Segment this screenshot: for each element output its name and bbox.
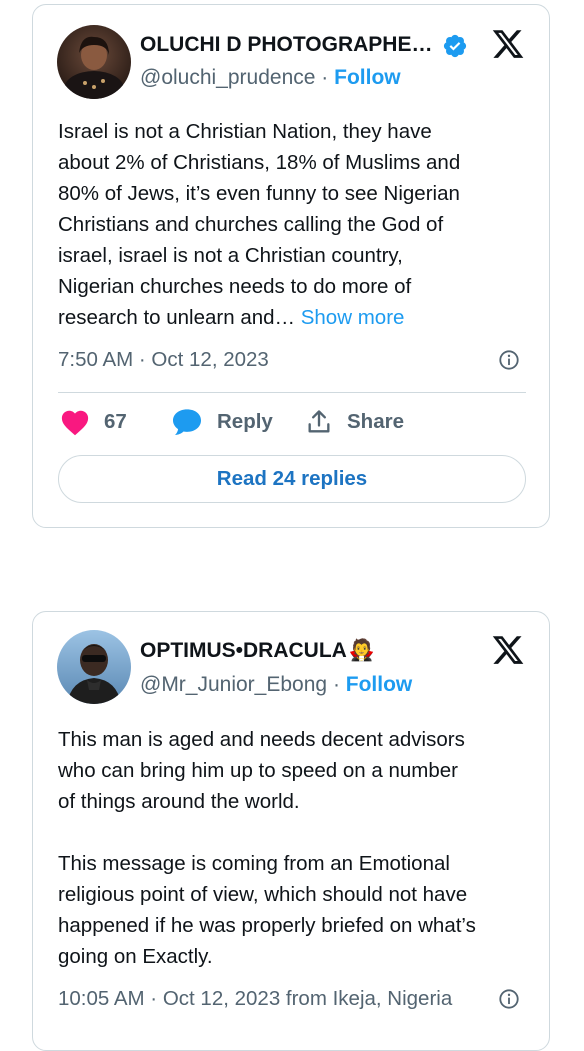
tweet-paragraph: This message is coming from an Emotional… — [58, 848, 528, 972]
tweet-line: israel, israel is not a Christian countr… — [58, 244, 403, 267]
reply-label: Reply — [217, 410, 273, 433]
tweet-line: Israel is not a Christian Nation, they h… — [58, 120, 432, 143]
tweet-body: Israel is not a Christian Nation, they h… — [58, 116, 528, 333]
tweet-line: who can bring him up to speed on a numbe… — [58, 759, 459, 782]
reply-bubble-icon — [173, 409, 201, 435]
tweet-line: Christians and churches calling the God … — [58, 213, 444, 236]
tweet-line-text: research to unlearn and… — [58, 306, 301, 329]
author-name[interactable]: OPTIMUS•DRACULA🧛 — [140, 639, 375, 663]
tweet-line: happened if he was properly briefed on w… — [58, 914, 476, 937]
heart-icon — [61, 410, 89, 436]
follow-button[interactable]: Follow — [346, 673, 413, 696]
handle-separator: · — [332, 673, 340, 696]
author-handle-row: @Mr_Junior_Ebong · Follow — [140, 673, 412, 697]
read-replies-button[interactable]: Read 24 replies — [58, 455, 526, 503]
tweet-line-last: research to unlearn and… Show more — [58, 302, 528, 333]
author-handle-row: @oluchi_prudence · Follow — [140, 66, 401, 90]
tweet-line: This man is aged and needs decent adviso… — [58, 728, 465, 751]
follow-button[interactable]: Follow — [334, 66, 401, 89]
tweet-timestamp[interactable]: 7:50 AM · Oct 12, 2023 — [58, 348, 269, 372]
tweet-line: about 2% of Christians, 18% of Muslims a… — [58, 151, 461, 174]
author-name-text[interactable]: OLUCHI D PHOTOGRAPHE… — [140, 33, 432, 56]
author-emoji: 🧛 — [348, 639, 375, 662]
tweet-line: 80% of Jews, it’s even funny to see Nige… — [58, 182, 460, 205]
share-icon — [308, 410, 330, 433]
info-icon[interactable] — [498, 349, 520, 371]
tweet-line: Nigerian churches needs to do more of — [58, 275, 412, 298]
author-handle[interactable]: @oluchi_prudence — [140, 66, 315, 89]
author-avatar[interactable] — [57, 630, 131, 704]
x-logo-icon[interactable] — [491, 633, 525, 667]
tweet-timestamp[interactable]: 10:05 AM · Oct 12, 2023 from Ikeja, Nige… — [58, 987, 488, 1011]
author-avatar[interactable] — [57, 25, 131, 99]
like-count: 67 — [104, 410, 127, 433]
reply-button[interactable]: Reply — [171, 405, 273, 439]
author-name[interactable]: OLUCHI D PHOTOGRAPHE… — [140, 33, 432, 57]
divider — [58, 392, 526, 393]
verified-badge-icon — [443, 34, 467, 58]
tweet-card[interactable]: OPTIMUS•DRACULA🧛 @Mr_Junior_Ebong · Foll… — [32, 611, 550, 1051]
tweet-line: going on Exactly. — [58, 945, 213, 968]
tweet-paragraph: This man is aged and needs decent adviso… — [58, 724, 528, 817]
tweet-line: religious point of view, which should no… — [58, 883, 468, 906]
share-button[interactable]: Share — [305, 405, 404, 439]
like-button[interactable]: 67 — [60, 405, 127, 439]
author-handle[interactable]: @Mr_Junior_Ebong — [140, 673, 327, 696]
info-icon[interactable] — [498, 988, 520, 1010]
x-logo-icon[interactable] — [491, 27, 525, 61]
share-label: Share — [347, 410, 404, 433]
tweet-line: of things around the world. — [58, 790, 300, 813]
handle-separator: · — [321, 66, 329, 89]
show-more-link[interactable]: Show more — [301, 306, 405, 329]
tweet-line: This message is coming from an Emotional — [58, 852, 450, 875]
author-name-text[interactable]: OPTIMUS•DRACULA — [140, 639, 347, 662]
tweet-card[interactable]: OLUCHI D PHOTOGRAPHE… @oluchi_prudence ·… — [32, 4, 550, 528]
tweet-body: This man is aged and needs decent adviso… — [58, 724, 528, 972]
